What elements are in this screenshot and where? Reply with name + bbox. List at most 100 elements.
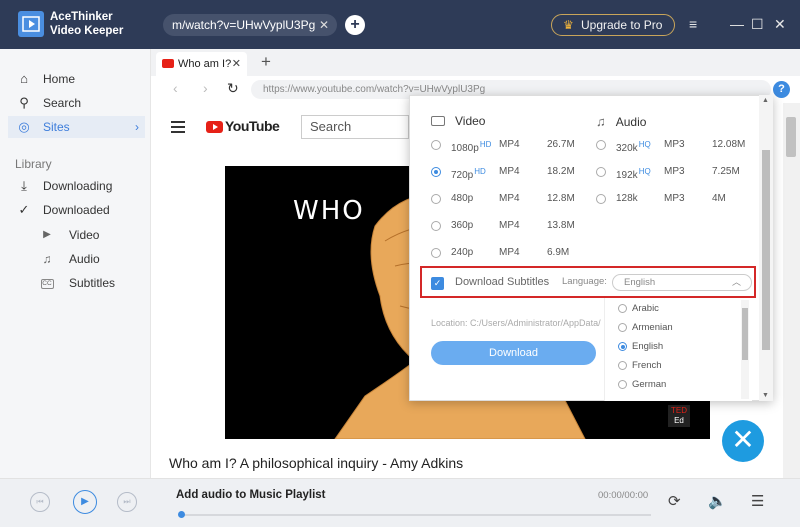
volume-icon[interactable]: 🔈	[708, 492, 727, 510]
youtube-search-input[interactable]: Search	[301, 115, 409, 139]
language-option[interactable]: French	[618, 356, 662, 375]
youtube-logo-icon[interactable]	[206, 121, 223, 133]
video-option-row[interactable]: 720pHD MP4 18.2M	[431, 163, 597, 181]
minimize-icon[interactable]: —	[730, 14, 744, 34]
page-scrollbar[interactable]	[783, 103, 800, 478]
video-option-row[interactable]: 480p MP4 12.8M	[431, 190, 597, 208]
popup-scrollbar[interactable]: ▲ ▼	[759, 95, 773, 401]
sidebar-item-video[interactable]: ▶ Video	[40, 225, 99, 245]
download-icon: ⤓	[21, 178, 27, 193]
language-option-label: English	[632, 341, 664, 352]
repeat-icon[interactable]: ⟳	[668, 492, 681, 510]
language-option[interactable]: Armenian	[618, 318, 673, 337]
language-select-value: English	[624, 277, 656, 288]
scroll-down-icon[interactable]: ▼	[762, 392, 769, 399]
video-radio[interactable]	[431, 194, 441, 204]
back-icon[interactable]: ‹	[173, 80, 178, 96]
help-icon[interactable]: ?	[773, 81, 790, 98]
tab-title: Who am I?	[178, 58, 232, 70]
audio-format: MP3	[664, 193, 685, 204]
reload-icon[interactable]: ↻	[227, 80, 239, 97]
title-bar: AceThinker Video Keeper m/watch?v=UHwVyp…	[0, 0, 800, 49]
audio-radio[interactable]	[596, 140, 606, 150]
video-option-row[interactable]: 1080pHD MP4 26.7M	[431, 136, 597, 154]
check-circle-icon: ✓	[18, 202, 30, 217]
subtitles-checkbox[interactable]: ✓	[431, 277, 444, 290]
video-quality-wrap: 720pHD	[451, 163, 486, 185]
scroll-up-icon[interactable]: ▲	[762, 97, 769, 104]
play-button[interactable]: ▶	[73, 490, 97, 514]
close-tab-icon[interactable]: ✕	[232, 52, 241, 76]
cc-icon: CC	[40, 279, 54, 289]
progress-handle[interactable]	[178, 511, 185, 518]
playlist-icon[interactable]: ☰	[751, 492, 764, 510]
language-select[interactable]: English ︿	[612, 274, 752, 291]
language-radio[interactable]	[618, 380, 627, 389]
menu-icon[interactable]: ≡	[689, 14, 697, 34]
library-heading: Library	[15, 157, 52, 171]
audio-option-row[interactable]: 320kHQ MP3 12.08M	[596, 136, 762, 154]
language-option[interactable]: German	[618, 375, 666, 394]
language-list-scrollbar[interactable]	[741, 300, 749, 399]
sidebar-item-sites[interactable]: ◎ Sites ›	[8, 116, 145, 138]
browser-tab[interactable]: Who am I? ✕	[156, 52, 247, 76]
url-tab-pill[interactable]: m/watch?v=UHwVyplU3Pg ✕	[163, 14, 337, 36]
language-label: Language:	[562, 276, 607, 287]
language-radio[interactable]	[618, 323, 627, 332]
maximize-icon[interactable]: ☐	[751, 14, 764, 34]
playback-progress[interactable]	[178, 511, 651, 518]
forward-icon[interactable]: ›	[203, 80, 208, 96]
video-format: MP4	[499, 247, 520, 258]
sidebar-item-label: Audio	[69, 252, 100, 266]
new-tab-button[interactable]: +	[261, 52, 271, 72]
sidebar-item-downloaded[interactable]: ✓ Downloaded	[8, 199, 145, 221]
language-option[interactable]: English	[618, 337, 663, 356]
video-option-row[interactable]: 240p MP4 6.9M	[431, 244, 597, 262]
audio-radio[interactable]	[596, 194, 606, 204]
video-header-label: Video	[455, 114, 486, 128]
video-radio[interactable]	[431, 140, 441, 150]
sidebar-item-downloading[interactable]: ⤓ Downloading	[8, 175, 145, 197]
upgrade-button[interactable]: ♛ Upgrade to Pro	[551, 14, 675, 36]
audio-option-row[interactable]: 128k MP3 4M	[596, 190, 762, 208]
language-radio[interactable]	[618, 304, 627, 313]
video-radio[interactable]	[431, 221, 441, 231]
video-size: 26.7M	[547, 139, 575, 150]
close-window-icon[interactable]: ✕	[774, 14, 786, 34]
language-option[interactable]: Arabic	[618, 299, 659, 318]
language-option-label: German	[632, 379, 667, 390]
youtube-favicon-icon	[162, 59, 174, 68]
sidebar-item-home[interactable]: ⌂ Home	[8, 68, 145, 90]
audio-radio[interactable]	[596, 167, 606, 177]
track-title: Add audio to Music Playlist	[176, 489, 326, 501]
audio-section-header: ♫ Audio	[596, 114, 646, 129]
video-quality: 1080p	[451, 143, 479, 154]
next-icon[interactable]: ⏭	[117, 492, 137, 512]
sidebar-item-subtitles[interactable]: CC Subtitles	[40, 273, 115, 293]
play-circle-icon: ▶	[43, 229, 51, 240]
video-option-row[interactable]: 360p MP4 13.8M	[431, 217, 597, 235]
language-radio[interactable]	[618, 361, 627, 370]
close-url-icon[interactable]: ✕	[319, 14, 329, 36]
previous-icon[interactable]: ⏮	[30, 492, 50, 512]
download-button[interactable]: Download	[431, 341, 596, 365]
video-radio[interactable]	[431, 167, 441, 177]
audio-quality-wrap: 320kHQ	[616, 136, 651, 158]
sidebar-item-search[interactable]: ⚲ Search	[8, 92, 145, 114]
add-url-button[interactable]: +	[345, 15, 365, 35]
hamburger-menu-icon[interactable]	[171, 121, 185, 136]
video-overlay-text: WHO	[293, 196, 365, 226]
youtube-logo-text[interactable]: YouTube	[225, 118, 280, 134]
sidebar-item-label: Home	[43, 72, 76, 86]
app-name: AceThinker Video Keeper	[50, 10, 123, 38]
close-popup-button[interactable]: ✕	[722, 420, 764, 462]
audio-option-row[interactable]: 192kHQ MP3 7.25M	[596, 163, 762, 181]
chevron-up-icon: ︿	[731, 277, 741, 287]
language-radio[interactable]	[618, 342, 627, 351]
video-radio[interactable]	[431, 248, 441, 258]
video-quality: 240p	[451, 247, 474, 258]
upgrade-label: Upgrade to Pro	[581, 18, 663, 32]
sidebar-item-audio[interactable]: ♫ Audio	[40, 249, 100, 269]
url-pill-text: m/watch?v=UHwVyplU3Pg	[172, 18, 316, 32]
browser-tab-bar: Who am I? ✕ +	[151, 49, 800, 76]
